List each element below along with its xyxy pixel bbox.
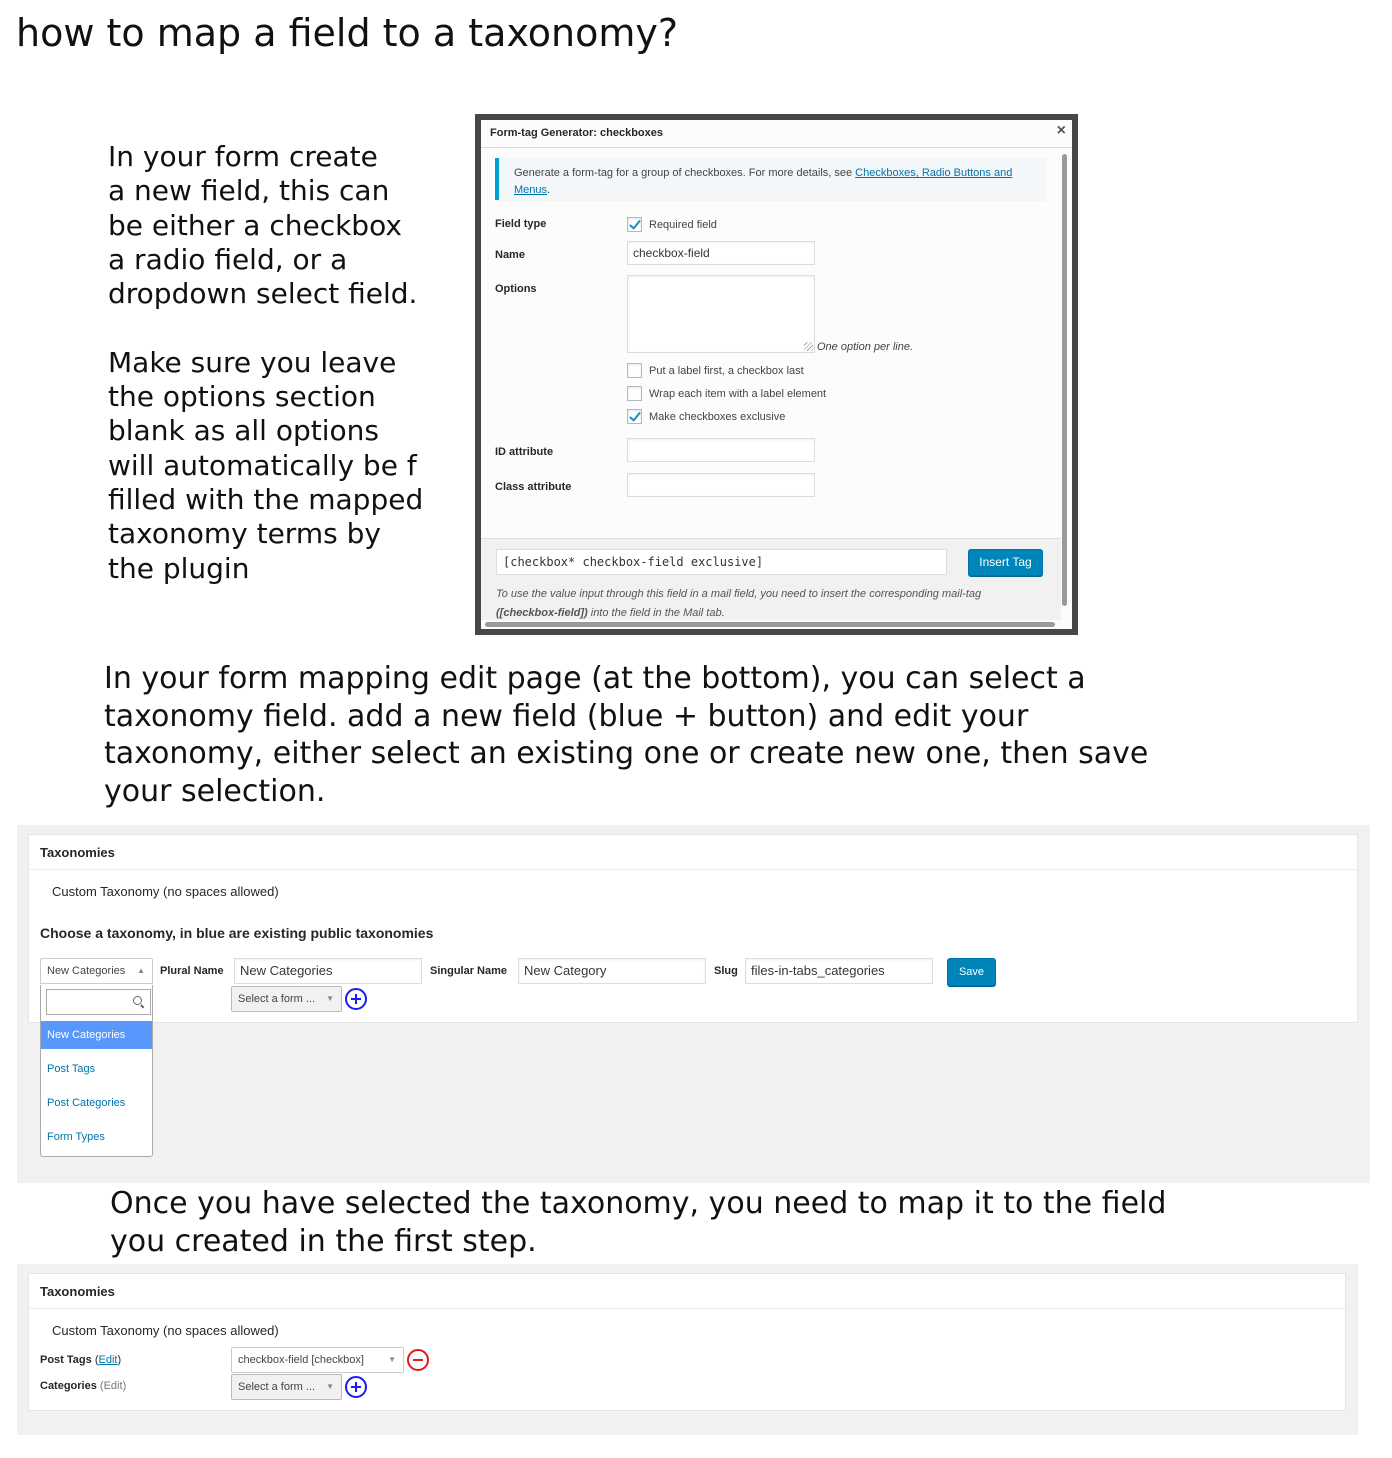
taxonomy-panel-mapping: Taxonomies Custom Taxonomy (no spaces al…: [17, 1264, 1358, 1435]
categories-text: Categories: [40, 1380, 97, 1392]
label-first-label: Put a label first, a checkbox last: [649, 364, 804, 377]
options-hint: One option per line.: [817, 341, 914, 353]
hint-mail-tag: ([checkbox-field]): [496, 607, 588, 619]
modal-body: Form-tag Generator: checkboxes × Generat…: [481, 120, 1072, 629]
edit-wrapper: (Edit): [94, 1354, 122, 1366]
page-title: how to map a field to a taxonomy?: [16, 11, 679, 55]
exclusive-label: Make checkboxes exclusive: [649, 410, 786, 423]
search-icon: [133, 996, 142, 1005]
exclusive-option[interactable]: Make checkboxes exclusive: [627, 409, 785, 424]
categories-label: Categories (Edit): [40, 1380, 126, 1392]
required-label: Required field: [649, 218, 717, 231]
modal-header: Form-tag Generator: checkboxes ×: [481, 120, 1072, 148]
chevron-up-icon: ▲: [137, 966, 145, 975]
chevron-down-icon: ▼: [326, 1382, 334, 1391]
taxonomy-select[interactable]: New Categories ▲: [40, 958, 153, 984]
divider: [29, 1308, 1345, 1309]
info-notice: Generate a form-tag for a group of check…: [495, 158, 1046, 200]
taxonomy-search-input[interactable]: [46, 989, 151, 1015]
options-label: Options: [495, 283, 537, 295]
resize-grip-icon[interactable]: [804, 342, 813, 351]
box-title: Taxonomies: [40, 1284, 115, 1299]
box-title: Taxonomies: [40, 845, 115, 860]
options-textarea[interactable]: [627, 275, 815, 353]
post-tags-label: Post Tags (Edit): [40, 1354, 121, 1366]
name-input[interactable]: checkbox-field: [627, 241, 815, 265]
taxonomy-select-value: New Categories: [47, 965, 126, 977]
singular-name-label: Singular Name: [430, 965, 508, 977]
choose-taxonomy-heading: Choose a taxonomy, in blue are existing …: [40, 925, 434, 941]
field-type-label: Field type: [495, 218, 547, 230]
tag-output-field[interactable]: [checkbox* checkbox-field exclusive]: [496, 549, 947, 575]
divider: [29, 869, 1357, 870]
modal-title: Form-tag Generator: checkboxes: [490, 127, 663, 139]
slug-label: Slug: [714, 965, 738, 977]
dropdown-item[interactable]: Post Tags: [41, 1055, 152, 1083]
minus-circle-icon[interactable]: [407, 1349, 429, 1371]
plural-name-label: Plural Name: [160, 965, 224, 977]
form-field-select[interactable]: Select a form ... ▼: [231, 986, 342, 1012]
post-tags-text: Post Tags: [40, 1354, 92, 1366]
notice-prefix: Generate a form-tag for a group of check…: [514, 167, 856, 179]
wrap-label-checkbox[interactable]: [627, 386, 642, 401]
required-field-option[interactable]: Required field: [627, 217, 717, 232]
plural-name-input[interactable]: New Categories: [234, 958, 422, 984]
required-checkbox[interactable]: [627, 217, 642, 232]
name-label: Name: [495, 249, 525, 261]
id-attribute-label: ID attribute: [495, 446, 554, 458]
label-first-checkbox[interactable]: [627, 363, 642, 378]
plus-circle-icon[interactable]: [345, 988, 367, 1010]
exclusive-checkbox[interactable]: [627, 409, 642, 424]
scroll-thumb[interactable]: [1062, 154, 1067, 606]
modal-footer: [checkbox* checkbox-field exclusive] Ins…: [481, 538, 1061, 620]
mail-tag-hint: To use the value input through this fiel…: [496, 585, 1036, 623]
form-select-value: Select a form ...: [238, 993, 316, 1005]
scroll-thumb[interactable]: [485, 622, 1055, 627]
hint-part-1: To use the value input through this fiel…: [496, 588, 982, 600]
chevron-down-icon: ▼: [388, 1355, 396, 1364]
form-tag-generator-modal: Form-tag Generator: checkboxes × Generat…: [475, 114, 1078, 635]
post-tags-field-select[interactable]: checkbox-field [checkbox] ▼: [231, 1347, 404, 1373]
singular-name-input[interactable]: New Category: [518, 958, 706, 984]
save-button[interactable]: Save: [947, 958, 996, 986]
step3-paragraph: Once you have selected the taxonomy, you…: [110, 1186, 1167, 1259]
hint-part-2: into the field in the Mail tab.: [587, 607, 725, 619]
intro-paragraph: In your form create a new field, this ca…: [108, 140, 424, 585]
dropdown-item[interactable]: Form Types: [41, 1123, 152, 1151]
slug-input[interactable]: files-in-tabs_categories: [745, 958, 933, 984]
edit-link[interactable]: Edit: [99, 1354, 118, 1366]
wrap-label-option[interactable]: Wrap each item with a label element: [627, 386, 826, 401]
edit-link[interactable]: Edit: [104, 1380, 123, 1392]
horizontal-scrollbar[interactable]: [483, 620, 1057, 628]
class-attribute-input[interactable]: [627, 473, 815, 497]
post-tags-select-value: checkbox-field [checkbox]: [238, 1354, 364, 1366]
wrap-label-label: Wrap each item with a label element: [649, 387, 827, 400]
notice-text: Generate a form-tag for a group of check…: [514, 165, 1042, 199]
dropdown-item[interactable]: New Categories: [41, 1021, 152, 1049]
categories-field-select[interactable]: Select a form ... ▼: [231, 1374, 342, 1400]
plus-circle-icon[interactable]: [345, 1376, 367, 1398]
edit-wrapper: (Edit): [99, 1380, 127, 1392]
id-attribute-input[interactable]: [627, 438, 815, 462]
custom-taxonomy-label: Custom Taxonomy (no spaces allowed): [52, 1323, 279, 1338]
insert-tag-button[interactable]: Insert Tag: [968, 549, 1043, 576]
taxonomies-box: Taxonomies Custom Taxonomy (no spaces al…: [28, 834, 1358, 1023]
custom-taxonomy-label: Custom Taxonomy (no spaces allowed): [52, 884, 279, 899]
dropdown-item[interactable]: Post Categories: [41, 1089, 152, 1117]
close-icon[interactable]: ×: [1057, 122, 1066, 140]
chevron-down-icon: ▼: [326, 994, 334, 1003]
class-attribute-label: Class attribute: [495, 481, 572, 493]
step2-paragraph: In your form mapping edit page (at the b…: [104, 661, 1149, 809]
categories-select-value: Select a form ...: [238, 1381, 316, 1393]
taxonomy-dropdown: New Categories Post Tags Post Categories…: [40, 985, 153, 1157]
taxonomies-box: Taxonomies Custom Taxonomy (no spaces al…: [28, 1273, 1346, 1411]
notice-suffix: .: [547, 184, 551, 196]
taxonomy-panel-select: Taxonomies Custom Taxonomy (no spaces al…: [17, 825, 1370, 1183]
label-first-option[interactable]: Put a label first, a checkbox last: [627, 363, 804, 378]
vertical-scrollbar[interactable]: [1061, 150, 1069, 610]
